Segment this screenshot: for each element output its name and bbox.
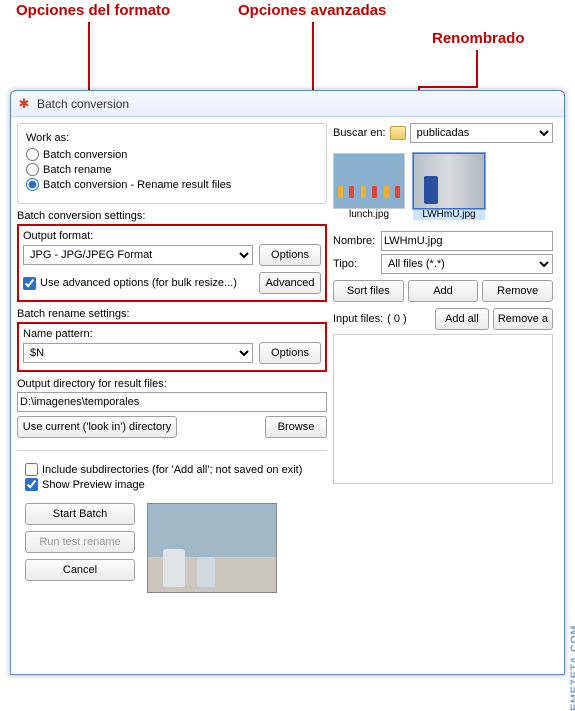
name-pattern-select[interactable]: $N xyxy=(23,343,253,363)
add-all-button[interactable]: Add all xyxy=(435,308,489,330)
file-thumb[interactable]: lunch.jpg xyxy=(333,153,405,220)
format-options-highlight: Output format: JPG - JPG/JPEG Format Opt… xyxy=(17,224,327,302)
remove-button[interactable]: Remove xyxy=(482,280,553,302)
app-icon: ✱ xyxy=(17,97,31,111)
file-name-label: Nombre: xyxy=(333,235,377,247)
cancel-button[interactable]: Cancel xyxy=(25,559,135,581)
folder-icon xyxy=(390,126,406,140)
use-current-dir-button[interactable]: Use current ('look in') directory xyxy=(17,416,177,438)
output-format-label: Output format: xyxy=(23,230,321,242)
annotation-advanced-options: Opciones avanzadas xyxy=(238,2,386,19)
rename-highlight: Name pattern: $N Options xyxy=(17,322,327,372)
file-type-select[interactable]: All files (*.*) xyxy=(381,254,553,274)
file-name-input[interactable] xyxy=(381,231,553,251)
radio-input[interactable] xyxy=(26,178,39,191)
work-as-group: Work as: Batch conversion Batch rename B… xyxy=(17,123,327,204)
name-pattern-label: Name pattern: xyxy=(23,328,321,340)
radio-batch-conversion[interactable]: Batch conversion xyxy=(26,148,318,161)
start-batch-button[interactable]: Start Batch xyxy=(25,503,135,525)
radio-batch-convert-rename[interactable]: Batch conversion - Rename result files xyxy=(26,178,318,191)
thumbnail-image xyxy=(413,153,485,209)
annotation-line xyxy=(476,50,478,86)
output-dir-input[interactable] xyxy=(17,392,327,412)
thumbnail-label: LWHmU.jpg xyxy=(413,209,485,220)
output-format-select[interactable]: JPG - JPG/JPEG Format xyxy=(23,245,253,265)
look-in-label: Buscar en: xyxy=(333,127,386,139)
file-thumbnails: lunch.jpg LWHmU.jpg xyxy=(333,149,553,228)
work-as-label: Work as: xyxy=(26,132,318,144)
input-files-count: ( 0 ) xyxy=(387,313,407,325)
file-thumb[interactable]: LWHmU.jpg xyxy=(413,153,485,220)
remove-all-button[interactable]: Remove a xyxy=(493,308,553,330)
titlebar[interactable]: ✱ Batch conversion xyxy=(11,91,564,117)
checkbox-input[interactable] xyxy=(25,463,38,476)
conv-settings-label: Batch conversion settings: xyxy=(17,210,327,222)
annotation-format-options: Opciones del formato xyxy=(16,2,170,19)
batch-conversion-window: ✱ Batch conversion Work as: Batch conver… xyxy=(10,90,565,675)
include-subdirs-checkbox[interactable]: Include subdirectories (for 'Add all'; n… xyxy=(25,463,319,476)
add-button[interactable]: Add xyxy=(408,280,479,302)
watermark: EMEZETA.COM xyxy=(569,625,575,711)
thumbnail-image xyxy=(333,153,405,209)
browse-button[interactable]: Browse xyxy=(265,416,327,438)
file-type-label: Tipo: xyxy=(333,258,377,270)
format-options-button[interactable]: Options xyxy=(259,244,321,266)
advanced-button[interactable]: Advanced xyxy=(259,272,321,294)
input-files-list[interactable] xyxy=(333,334,553,484)
show-preview-checkbox[interactable]: Show Preview image xyxy=(25,478,319,491)
look-in-select[interactable]: publicadas xyxy=(410,123,553,143)
checkbox-input[interactable] xyxy=(23,277,36,290)
window-title: Batch conversion xyxy=(37,97,129,111)
radio-batch-rename[interactable]: Batch rename xyxy=(26,163,318,176)
sort-files-button[interactable]: Sort files xyxy=(333,280,404,302)
thumbnail-label: lunch.jpg xyxy=(333,209,405,220)
output-dir-label: Output directory for result files: xyxy=(17,378,327,390)
run-test-rename-button[interactable]: Run test rename xyxy=(25,531,135,553)
radio-input[interactable] xyxy=(26,148,39,161)
annotation-renaming: Renombrado xyxy=(432,30,525,47)
checkbox-input[interactable] xyxy=(25,478,38,491)
rename-options-button[interactable]: Options xyxy=(259,342,321,364)
look-in-row: Buscar en: publicadas xyxy=(333,123,553,143)
input-files-label: Input files: xyxy=(333,313,383,325)
rename-settings-label: Batch rename settings: xyxy=(17,308,327,320)
preview-image xyxy=(147,503,277,593)
radio-input[interactable] xyxy=(26,163,39,176)
annotation-line xyxy=(418,86,478,88)
use-advanced-checkbox[interactable]: Use advanced options (for bulk resize...… xyxy=(23,277,253,290)
